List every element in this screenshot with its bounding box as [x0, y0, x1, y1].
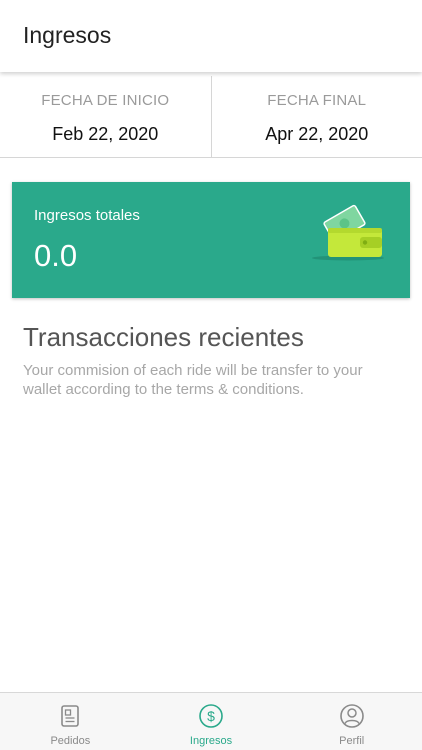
tab-pedidos-label: Pedidos — [50, 735, 91, 747]
start-date-picker[interactable]: FECHA DE INICIO Feb 22, 2020 — [0, 76, 211, 157]
orders-icon — [61, 705, 80, 727]
total-earnings-card: Ingresos totales 0.0 — [12, 182, 410, 298]
tab-perfil[interactable]: Perfil — [281, 693, 422, 750]
start-date-value[interactable]: Feb 22, 2020 — [0, 124, 211, 145]
dollar-icon: $ — [199, 704, 223, 728]
profile-icon — [339, 704, 364, 728]
tab-ingresos[interactable]: $ Ingresos — [141, 693, 282, 750]
date-range: FECHA DE INICIO Feb 22, 2020 FECHA FINAL… — [0, 76, 422, 158]
start-date-label: FECHA DE INICIO — [41, 92, 170, 109]
tab-pedidos[interactable]: Pedidos — [0, 693, 141, 750]
tab-perfil-label: Perfil — [339, 735, 365, 747]
recent-transactions-title: Transacciones recientes — [23, 322, 304, 352]
earnings-screen: Ingresos FECHA DE INICIO Feb 22, 2020 FE… — [0, 0, 422, 750]
tab-ingresos-label: Ingresos — [189, 735, 233, 747]
svg-text:$: $ — [207, 708, 215, 724]
recent-transactions-description: Your commision of each ride will be tran… — [23, 362, 363, 398]
page-title: Ingresos — [23, 22, 112, 48]
total-earnings-amount: 0.0 — [34, 238, 78, 273]
total-earnings-label: Ingresos totales — [34, 207, 140, 224]
app-header: Ingresos — [0, 0, 422, 72]
end-date-label: FECHA FINAL — [267, 92, 367, 109]
end-date-picker[interactable]: FECHA FINAL Apr 22, 2020 — [210, 76, 422, 157]
bottom-tab-bar: Pedidos $ Ingresos Perfil — [0, 692, 422, 750]
end-date-value[interactable]: Apr 22, 2020 — [212, 124, 422, 145]
wallet-icon — [312, 204, 384, 261]
